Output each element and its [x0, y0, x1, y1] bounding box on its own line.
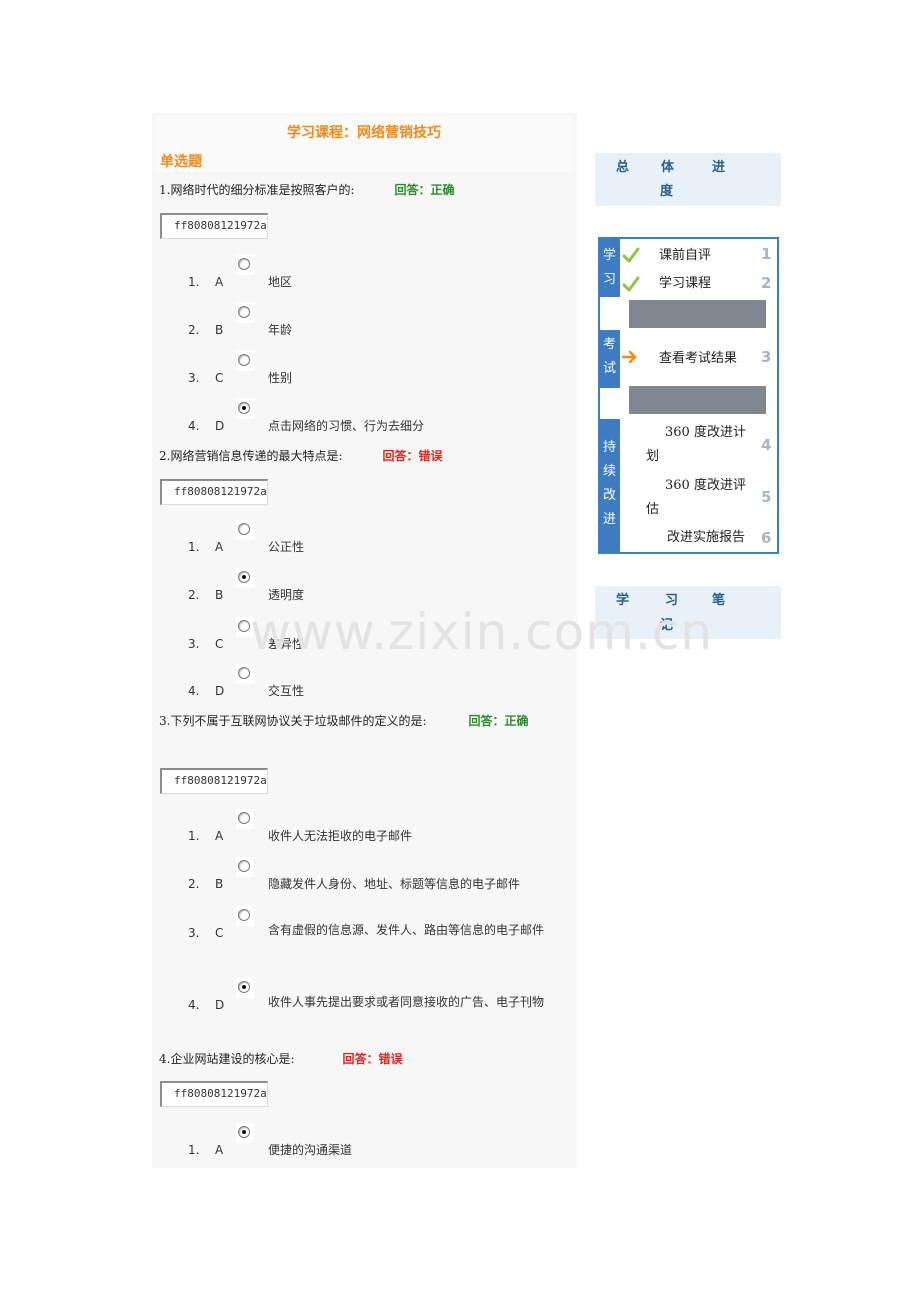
section-label: 单选题: [160, 154, 202, 170]
option-number: 3.: [188, 926, 200, 940]
option-row: 3. C 性别: [152, 351, 577, 390]
question-prompt: 3.下列不属于互联网协议关于垃圾邮件的定义的是: 回答：正确: [159, 714, 529, 728]
section-label-improve: 持续改进: [599, 419, 620, 552]
progress-label: 度: [660, 184, 674, 199]
question-prompt: 2.网络营销信息传递的最大特点是: 回答：错误: [159, 449, 443, 463]
option-row: 2. B 隐藏发件人身份、地址、标题等信息的电子邮件: [152, 857, 577, 896]
question-prompt: 1.网络时代的细分标准是按照客户的: 回答：正确: [159, 183, 455, 197]
question-prompt: 4.企业网站建设的核心是: 回答：错误: [159, 1052, 403, 1066]
radio-button-selected[interactable]: [236, 399, 254, 419]
option-letter: A: [215, 829, 224, 843]
option-text: 交互性: [268, 684, 305, 698]
radio-button[interactable]: [236, 664, 254, 684]
option-text: 隐藏发件人身份、地址、标题等信息的电子邮件: [268, 877, 521, 891]
option-number: 4.: [188, 419, 200, 433]
radio-button-selected[interactable]: [236, 568, 254, 588]
section-label-exam: 考试: [599, 330, 620, 388]
step-label[interactable]: 改进实施报告: [667, 526, 745, 549]
question-code-field[interactable]: ff80808121972a: [160, 479, 268, 505]
step-label[interactable]: 查看考试结果: [659, 347, 737, 370]
step-number: 2: [761, 274, 772, 292]
option-letter: C: [215, 637, 224, 651]
option-row: 3. C 含有虚假的信息源、发件人、路由等信息的电子邮件: [152, 906, 577, 945]
course-title: 学习课程：网络营销技巧: [287, 125, 441, 141]
overall-progress-box: 总 体 进 度: [595, 153, 781, 206]
progress-label: 进: [712, 160, 726, 175]
check-icon: [622, 247, 640, 263]
radio-button[interactable]: [236, 303, 254, 323]
option-letter: B: [215, 323, 224, 337]
progress-label: 体: [661, 160, 675, 175]
step-label[interactable]: 360 度改进计: [665, 421, 746, 444]
answer-status: 回答：错误: [342, 1052, 403, 1066]
option-number: 4.: [188, 998, 200, 1012]
option-text: 公正性: [268, 540, 305, 554]
option-number: 2.: [188, 588, 200, 602]
option-number: 1.: [188, 275, 200, 289]
radio-button[interactable]: [236, 520, 254, 540]
option-text: 性别: [268, 371, 293, 385]
option-row: 1. A 地区: [152, 255, 577, 294]
option-letter: B: [215, 877, 224, 891]
option-row: 4. D 点击网络的习惯、行为去细分: [152, 399, 577, 438]
step-label[interactable]: 学习课程: [659, 272, 711, 295]
watermark-text: www.zixin.com.cn: [250, 603, 714, 661]
option-row: 4. D 交互性: [152, 664, 577, 703]
option-text: 便捷的沟通渠道: [268, 1143, 353, 1157]
notes-label: 笔: [712, 593, 726, 608]
check-icon: [622, 276, 640, 292]
option-number: 2.: [188, 877, 200, 891]
question-code-field[interactable]: ff80808121972a: [160, 768, 268, 794]
option-text: 收件人无法拒收的电子邮件: [268, 829, 413, 843]
option-letter: D: [215, 419, 225, 433]
question-code-field[interactable]: ff80808121972a: [160, 1081, 268, 1107]
answer-status: 回答：正确: [394, 183, 455, 197]
option-row: 1. A 便捷的沟通渠道: [152, 1123, 577, 1162]
radio-button[interactable]: [236, 857, 254, 877]
option-row: 1. A 公正性: [152, 520, 577, 559]
radio-button[interactable]: [236, 809, 254, 829]
option-letter: A: [215, 275, 224, 289]
step-label-cont: 划: [646, 449, 660, 464]
option-number: 3.: [188, 637, 200, 651]
option-number: 1.: [188, 1143, 200, 1157]
section-label-study: 学习: [599, 239, 620, 297]
option-row: 4. D 收件人事先提出要求或者同意接收的广告、电子刊物: [152, 978, 577, 1017]
option-letter: D: [215, 684, 225, 698]
arrow-right-icon: [622, 350, 637, 364]
question-code-field[interactable]: ff80808121972a: [160, 213, 268, 239]
option-number: 1.: [188, 540, 200, 554]
step-label-cont: 估: [646, 502, 660, 517]
answer-status: 回答：错误: [382, 449, 443, 463]
radio-button[interactable]: [236, 255, 254, 275]
option-number: 3.: [188, 371, 200, 385]
radio-button[interactable]: [236, 351, 254, 371]
option-text: 含有虚假的信息源、发件人、路由等信息的电子邮件: [268, 923, 545, 937]
step-label[interactable]: 360 度改进评: [665, 474, 746, 497]
divider-bar: [629, 300, 766, 328]
step-number: 1: [761, 245, 772, 263]
answer-status: 回答：正确: [468, 714, 529, 728]
option-text: 收件人事先提出要求或者同意接收的广告、电子刊物: [268, 995, 545, 1009]
step-number: 5: [761, 488, 772, 506]
option-letter: A: [215, 540, 224, 554]
option-letter: B: [215, 588, 224, 602]
step-number: 4: [761, 436, 772, 454]
option-letter: A: [215, 1143, 224, 1157]
divider-bar: [629, 386, 766, 414]
progress-label: 总: [616, 160, 630, 175]
option-text: 地区: [268, 275, 293, 289]
radio-button-selected[interactable]: [236, 1123, 254, 1143]
step-label[interactable]: 课前自评: [659, 244, 711, 267]
option-number: 2.: [188, 323, 200, 337]
option-number: 4.: [188, 684, 200, 698]
option-text: 点击网络的习惯、行为去细分: [268, 419, 425, 433]
option-text: 年龄: [268, 323, 293, 337]
step-number: 6: [761, 529, 772, 547]
option-row: 2. B 年龄: [152, 303, 577, 342]
option-row: 1. A 收件人无法拒收的电子邮件: [152, 809, 577, 848]
step-number: 3: [761, 348, 772, 366]
option-letter: C: [215, 371, 224, 385]
option-number: 1.: [188, 829, 200, 843]
